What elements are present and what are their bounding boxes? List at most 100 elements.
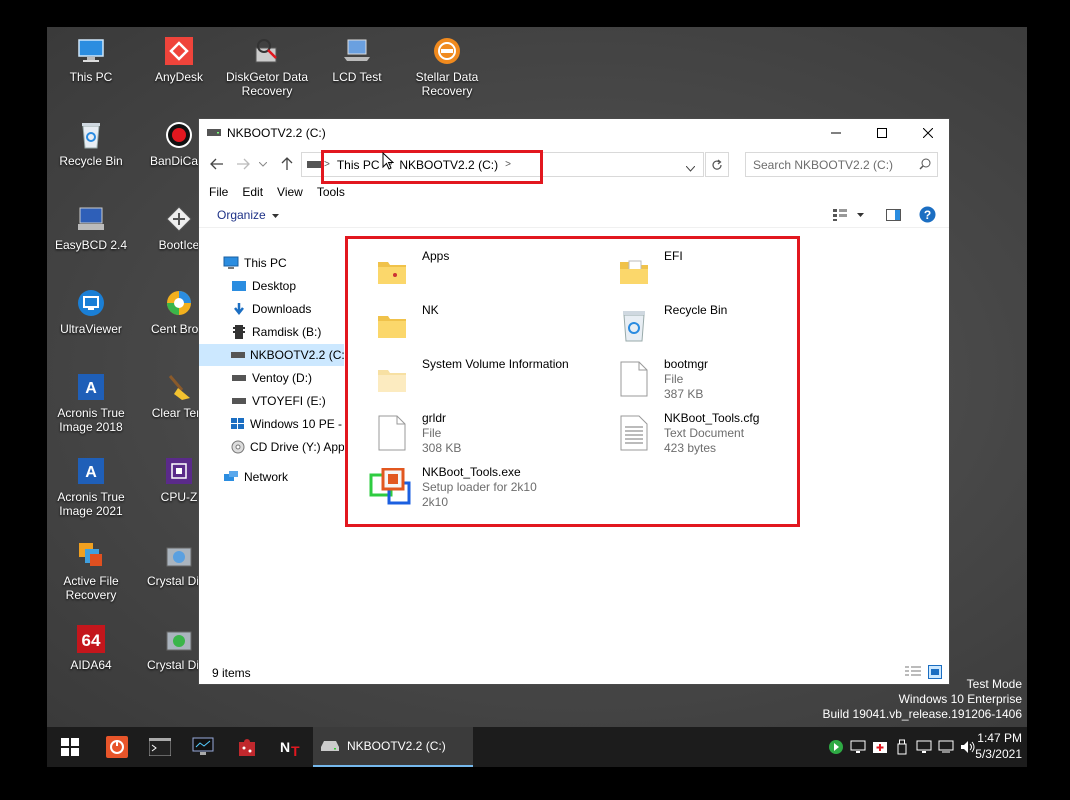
disk-icon xyxy=(162,623,196,655)
desktop-icon-label: Recycle Bin xyxy=(59,154,123,168)
desktop-icon-ultraviewer[interactable]: UltraViewer xyxy=(47,287,135,336)
desktop-icon-stellar[interactable]: Stellar Data Recovery xyxy=(403,35,491,98)
mouse-cursor xyxy=(382,151,395,173)
tray-display-icon[interactable] xyxy=(848,739,868,755)
large-icons-view-button[interactable] xyxy=(928,665,942,682)
nav-item-nkboot[interactable]: NKBOOTV2.2 (C:) xyxy=(199,344,344,366)
tray-play-icon[interactable] xyxy=(826,739,846,755)
drive-icon xyxy=(307,158,321,172)
desktop-icon-diskgetor[interactable]: DiskGetor Data Recovery xyxy=(223,35,311,98)
up-arrow-icon xyxy=(281,157,293,170)
nav-item-ventoy[interactable]: Ventoy (D:) xyxy=(199,367,344,389)
file-list-highlight-box xyxy=(345,236,800,527)
start-button[interactable] xyxy=(47,727,93,767)
refresh-button[interactable] xyxy=(705,152,729,177)
recent-locations-button[interactable] xyxy=(257,156,269,172)
maximize-button[interactable] xyxy=(859,119,905,147)
up-button[interactable] xyxy=(279,156,295,172)
nav-item-ramdisk[interactable]: Ramdisk (B:) xyxy=(199,321,344,343)
terminal-icon xyxy=(149,738,171,756)
desktop-icon-label: Acronis True Image 2018 xyxy=(57,406,125,434)
back-arrow-icon xyxy=(210,158,223,170)
change-view-button[interactable] xyxy=(833,209,864,221)
nav-item-network[interactable]: Network xyxy=(199,466,344,488)
svg-text:N: N xyxy=(280,739,290,755)
tray-first-aid-icon[interactable] xyxy=(870,739,890,755)
desktop-icon-acronis-2021[interactable]: A Acronis True Image 2021 xyxy=(47,455,135,518)
clock-date: 5/3/2021 xyxy=(975,747,1022,761)
desktop-icon-acronis-2018[interactable]: A Acronis True Image 2018 xyxy=(47,371,135,434)
desktop-icon-easybcd[interactable]: EasyBCD 2.4 xyxy=(47,203,135,252)
nav-item-this-pc[interactable]: This PC xyxy=(199,252,344,274)
task-label: NKBOOTV2.2 (C:) xyxy=(347,739,446,753)
nav-item-downloads[interactable]: Downloads xyxy=(199,298,344,320)
nav-item-label: NKBOOTV2.2 (C:) xyxy=(250,348,344,362)
watermark-line: Build 19041.vb_release.191206-1406 xyxy=(822,707,1023,721)
tray-usb-icon[interactable] xyxy=(892,739,912,755)
window-title: NKBOOTV2.2 (C:) xyxy=(227,126,326,140)
menu-tools[interactable]: Tools xyxy=(317,185,345,199)
taskbar-explorer-task[interactable]: NKBOOTV2.2 (C:) xyxy=(313,727,473,767)
nav-item-vtoyefi[interactable]: VTOYEFI (E:) xyxy=(199,390,344,412)
monitor-icon xyxy=(223,255,239,271)
puzzle-icon xyxy=(239,739,255,756)
chevron-down-icon xyxy=(272,214,280,218)
desktop-icon-this-pc[interactable]: This PC xyxy=(47,35,135,84)
command-bar: Organize ? xyxy=(199,203,949,228)
computer-icon xyxy=(74,35,108,67)
windows-logo-icon xyxy=(61,738,79,756)
search-placeholder: Search NKBOOTV2.2 (C:) xyxy=(753,157,894,172)
download-icon xyxy=(231,301,247,317)
taskbar-cmd[interactable] xyxy=(142,727,178,767)
back-button[interactable] xyxy=(209,156,225,172)
desktop-icon-label: This PC xyxy=(69,70,113,84)
desktop-icon-lcd-test[interactable]: LCD Test xyxy=(313,35,401,84)
menu-view[interactable]: View xyxy=(277,185,303,199)
nav-item-windows-pe[interactable]: Windows 10 PE - N xyxy=(199,413,344,435)
desktop-icon-label: DiskGetor Data Recovery xyxy=(225,70,309,98)
navigation-pane: This PC Desktop Downloads Ramdisk (B:) N… xyxy=(199,237,344,657)
desktop-icon xyxy=(231,278,247,294)
desktop-icon-anydesk[interactable]: AnyDesk xyxy=(135,35,223,84)
organize-label: Organize xyxy=(217,208,266,222)
address-dropdown-button[interactable] xyxy=(685,161,696,175)
details-view-icon xyxy=(905,666,921,676)
desktop-icon-active-file-recovery[interactable]: Active File Recovery xyxy=(47,539,135,602)
organize-button[interactable]: Organize xyxy=(217,208,280,222)
taskbar-network-tool[interactable] xyxy=(185,727,221,767)
desktop-icon-recycle-bin[interactable]: Recycle Bin xyxy=(47,119,135,168)
details-view-button[interactable] xyxy=(905,666,921,681)
taskbar-power-app[interactable] xyxy=(99,727,135,767)
diskgetor-icon xyxy=(250,35,284,67)
desktop-icon-label: UltraViewer xyxy=(60,322,122,336)
close-button[interactable] xyxy=(905,119,951,147)
menu-edit[interactable]: Edit xyxy=(242,185,263,199)
nav-item-label: Ramdisk (B:) xyxy=(252,325,322,339)
search-box[interactable]: Search NKBOOTV2.2 (C:) xyxy=(745,152,938,177)
tray-network-icon[interactable] xyxy=(936,739,956,755)
nav-item-cd-drive[interactable]: CD Drive (Y:) Apps xyxy=(199,436,344,458)
menu-file[interactable]: File xyxy=(209,185,228,199)
stellar-icon xyxy=(430,35,464,67)
tray-monitor-icon[interactable] xyxy=(914,739,934,755)
help-button[interactable]: ? xyxy=(919,206,936,226)
desktop-icon-label: AnyDesk xyxy=(154,70,204,84)
taskbar-puzzle-app[interactable] xyxy=(229,727,265,767)
forward-button[interactable] xyxy=(235,156,251,172)
nav-item-desktop[interactable]: Desktop xyxy=(199,275,344,297)
menu-bar: File Edit View Tools xyxy=(199,181,949,203)
minimize-button[interactable] xyxy=(813,119,859,147)
preview-pane-button[interactable] xyxy=(886,209,901,224)
taskbar-clock[interactable]: 1:47 PM 5/3/2021 xyxy=(975,730,1022,762)
taskbar-nt-tool[interactable]: NT xyxy=(273,727,309,767)
desktop-icon-aida64[interactable]: 64 AIDA64 xyxy=(47,623,135,672)
cent-browser-icon xyxy=(162,287,196,319)
drive-icon xyxy=(231,347,245,363)
search-icon xyxy=(919,158,931,173)
nav-item-label: CD Drive (Y:) Apps xyxy=(250,440,344,454)
title-bar[interactable]: NKBOOTV2.2 (C:) xyxy=(199,119,949,147)
bandicam-icon xyxy=(162,119,196,151)
taskbar: NT NKBOOTV2.2 (C:) 1:47 PM 5/3/2021 xyxy=(47,727,1027,767)
power-icon xyxy=(106,736,128,758)
anydesk-icon xyxy=(162,35,196,67)
